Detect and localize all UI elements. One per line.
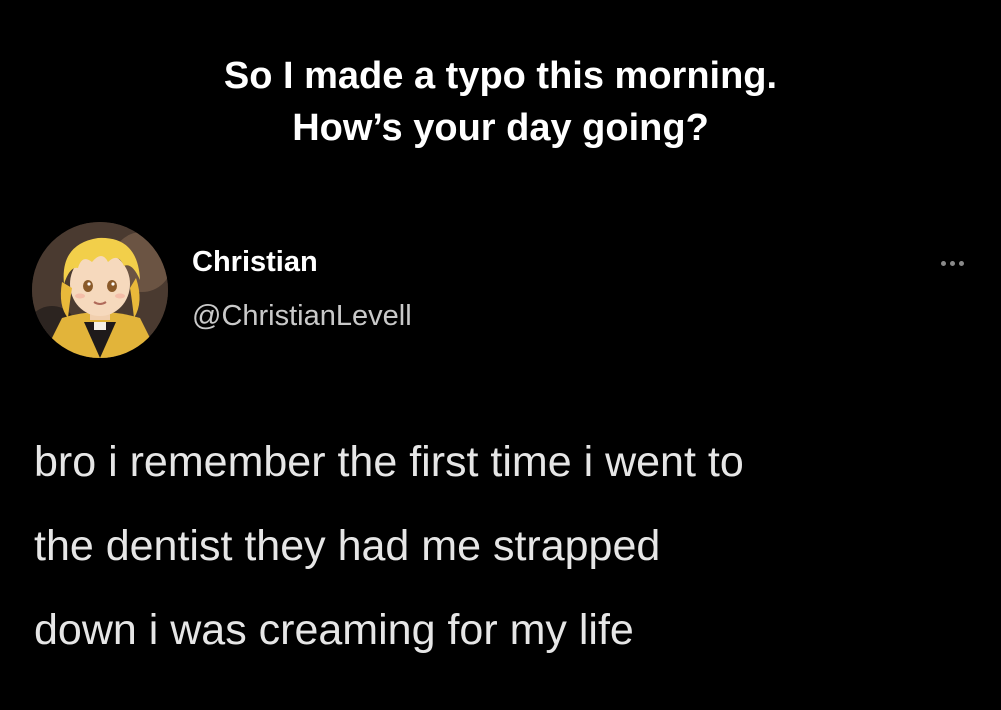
more-options-icon[interactable]	[932, 248, 972, 278]
tweet-text-line-1: bro i remember the first time i went to	[34, 438, 744, 486]
tweet-text-line-2: the dentist they had me strapped	[34, 522, 661, 570]
anime-character-avatar-icon	[32, 222, 168, 358]
caption-line-1: So I made a typo this morning.	[223, 55, 778, 97]
tweet-text-line-3: down i was creaming for my life	[34, 606, 634, 654]
tweet-text: bro i remember the first time i went to …	[34, 420, 984, 672]
author-handle[interactable]: @ChristianLevell	[192, 300, 412, 333]
dot-icon	[949, 260, 955, 266]
meme-caption: So I made a typo this morning. How’s you…	[0, 50, 1001, 154]
caption-line-2: How’s your day going?	[292, 107, 709, 149]
tweet-header: Christian @ChristianLevell	[32, 222, 972, 362]
author-display-name[interactable]: Christian	[192, 246, 318, 279]
dot-icon	[940, 260, 946, 266]
avatar[interactable]	[32, 222, 168, 358]
dot-icon	[958, 260, 964, 266]
